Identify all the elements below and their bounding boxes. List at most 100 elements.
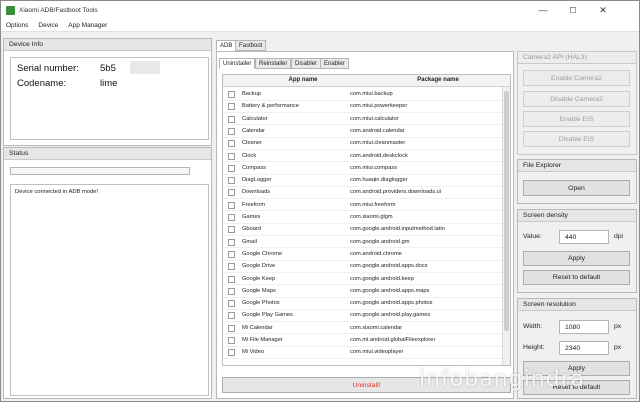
row-checkbox[interactable] <box>228 324 235 332</box>
package-name-cell: com.android.providers.downloads.ui <box>350 189 442 196</box>
scrollbar-thumb[interactable] <box>504 91 509 331</box>
table-row[interactable]: Calendar com.android.calendar <box>223 126 503 138</box>
table-row[interactable]: Battery & performance com.miui.powerkeepe… <box>223 101 503 114</box>
table-row[interactable]: Google Chrome com.android.chrome <box>223 249 503 261</box>
app-table: App name Package name Backup com.miui.bac… <box>222 74 511 366</box>
density-unit: dpi <box>614 233 624 240</box>
maximize-icon[interactable]: ☐ <box>559 1 587 19</box>
tab-disabler[interactable]: Disabler <box>291 58 322 69</box>
tab-enabler[interactable]: Enabler <box>320 58 349 69</box>
row-checkbox[interactable] <box>228 287 235 295</box>
serial-label: Serial number: <box>17 63 79 74</box>
disable-eis-button[interactable]: Disable EIS <box>523 131 630 147</box>
table-row[interactable]: Mi Calendar com.xiaomi.calendar <box>223 323 503 335</box>
row-checkbox[interactable] <box>228 275 235 283</box>
density-reset-button[interactable]: Reset to default <box>523 270 630 285</box>
table-row[interactable]: Clock com.android.deskclock <box>223 151 503 163</box>
row-checkbox[interactable] <box>228 250 235 258</box>
table-row[interactable]: DiagLogger com.huaqin.diaglogger <box>223 175 503 187</box>
table-row[interactable]: Google Keep com.google.android.keep <box>223 274 503 286</box>
row-checkbox[interactable] <box>228 140 235 148</box>
table-row[interactable]: Mi File Manager com.mi.android.globalFile… <box>223 335 503 347</box>
table-row[interactable]: Calculator com.miui.calculator <box>223 114 503 126</box>
row-checkbox[interactable] <box>228 300 235 308</box>
device-info-header: Device Info <box>4 39 211 51</box>
row-checkbox[interactable] <box>228 103 235 111</box>
minimize-icon[interactable]: — <box>529 1 557 19</box>
row-checkbox[interactable] <box>228 164 235 172</box>
package-name-cell: com.miui.powerkeeper <box>350 103 408 110</box>
package-name-cell: com.google.android.keep <box>350 275 414 282</box>
row-checkbox[interactable] <box>228 226 235 234</box>
app-name-cell: Clock <box>242 152 257 159</box>
tab-reinstaller[interactable]: Reinstaller <box>255 58 292 69</box>
tab-uninstaller[interactable]: Uninstaller <box>219 58 256 69</box>
disable-camera2-button[interactable]: Disable Camera2 <box>523 91 630 107</box>
package-name-cell: com.google.android.play.games <box>350 312 431 319</box>
row-checkbox[interactable] <box>228 91 235 98</box>
row-checkbox[interactable] <box>228 263 235 271</box>
package-name-cell: com.google.android.apps.photos <box>350 300 433 307</box>
table-row[interactable]: Gboard com.google.android.inputmethod.lat… <box>223 224 503 237</box>
tab-fastboot[interactable]: Fastboot <box>235 40 267 51</box>
row-checkbox[interactable] <box>228 201 235 209</box>
table-row[interactable]: Gmail com.google.android.gm <box>223 237 503 249</box>
tab-adb[interactable]: ADB <box>216 40 237 51</box>
table-row[interactable]: Compass com.miui.compass <box>223 163 503 175</box>
package-name-cell: com.huaqin.diaglogger <box>350 177 408 184</box>
row-checkbox[interactable] <box>228 177 235 185</box>
package-name-cell: com.miui.backup <box>350 91 393 97</box>
row-checkbox[interactable] <box>228 337 235 344</box>
menu-bar: Options Device App Manager <box>1 19 639 32</box>
codename-value: lime <box>100 78 118 89</box>
enable-camera2-button[interactable]: Enable Camera2 <box>523 70 630 86</box>
app-icon <box>6 5 15 15</box>
table-row[interactable]: Backup com.miui.backup <box>223 89 503 101</box>
height-input[interactable]: 2340 <box>559 341 609 355</box>
close-icon[interactable]: ✕ <box>589 1 617 19</box>
table-row[interactable]: Cleaner com.miui.cleanmaster <box>223 138 503 150</box>
table-row[interactable]: Google Drive com.google.android.apps.docs <box>223 261 503 273</box>
enable-eis-button[interactable]: Enable EIS <box>523 111 630 127</box>
density-input[interactable]: 440 <box>559 230 609 244</box>
status-header: Status <box>4 148 211 160</box>
app-name-cell: Calendar <box>242 127 266 134</box>
app-name-cell: Google Drive <box>242 263 276 270</box>
package-name-cell: com.google.android.apps.maps <box>350 287 430 294</box>
table-row[interactable]: Google Photos com.google.android.apps.pho… <box>223 298 503 310</box>
package-name-cell: com.google.android.apps.docs <box>350 263 428 270</box>
table-row[interactable]: Downloads com.android.providers.downloads… <box>223 187 503 200</box>
row-checkbox[interactable] <box>228 214 235 221</box>
screen-density-header: Screen density <box>518 210 636 222</box>
app-name-cell: Backup <box>242 91 261 97</box>
menu-device[interactable]: Device <box>33 22 63 29</box>
app-name-cell: Compass <box>242 164 267 171</box>
open-explorer-button[interactable]: Open <box>523 180 630 196</box>
row-checkbox[interactable] <box>228 115 235 123</box>
package-name-cell: com.xiaomi.glgm <box>350 214 393 220</box>
row-checkbox[interactable] <box>228 189 235 197</box>
app-name-cell: DiagLogger <box>242 177 272 184</box>
table-row[interactable]: Google Maps com.google.android.apps.maps <box>223 286 503 298</box>
table-row[interactable]: Freeform com.miui.freeform <box>223 200 503 212</box>
density-apply-button[interactable]: Apply <box>523 251 630 266</box>
row-checkbox[interactable] <box>228 152 235 160</box>
menu-app-manager[interactable]: App Manager <box>63 22 112 29</box>
width-input[interactable]: 1080 <box>559 320 609 334</box>
column-package-name[interactable]: Package name <box>383 77 493 83</box>
height-unit: px <box>614 344 622 351</box>
table-row[interactable]: Google Play Games com.google.android.play… <box>223 310 503 323</box>
row-checkbox[interactable] <box>228 127 235 135</box>
menu-options[interactable]: Options <box>1 22 33 29</box>
package-name-cell: com.miui.compass <box>350 164 398 171</box>
row-checkbox[interactable] <box>228 238 235 246</box>
table-row[interactable]: Mi Video com.miui.videoplayer <box>223 347 503 360</box>
row-checkbox[interactable] <box>228 312 235 320</box>
width-label: Width: <box>523 323 543 330</box>
table-scrollbar[interactable] <box>502 87 510 365</box>
column-app-name[interactable]: App name <box>263 77 343 83</box>
window-title: Xiaomi ADB/Fastboot Tools <box>19 6 98 14</box>
table-header: App name Package name <box>223 75 510 87</box>
table-row[interactable]: Games com.xiaomi.glgm <box>223 212 503 224</box>
row-checkbox[interactable] <box>228 349 235 357</box>
